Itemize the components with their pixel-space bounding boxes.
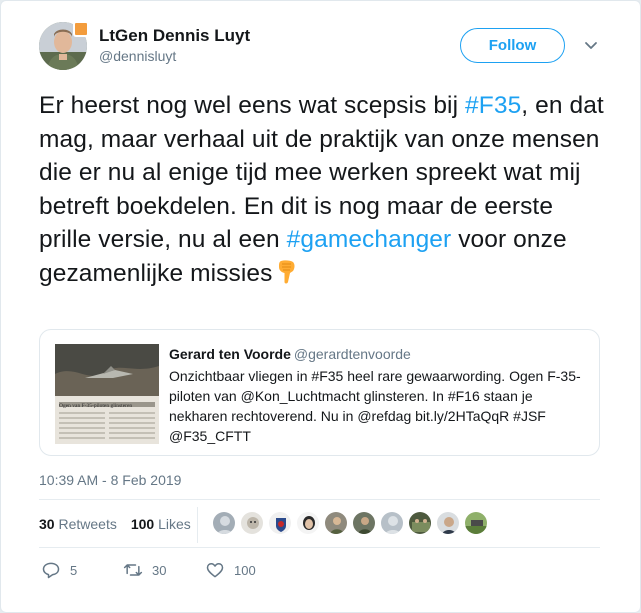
author-screen-name[interactable]: @dennisluyt [99,48,176,64]
retweets-stat[interactable]: 30 Retweets [39,516,117,532]
retweets-label: Retweets [58,516,117,532]
liker-avatar[interactable] [296,511,320,535]
divider [197,507,198,543]
reply-icon [42,562,60,579]
quoted-author-handle: @gerardtenvoorde [293,346,411,362]
divider [39,499,600,500]
liker-avatar[interactable] [464,511,488,535]
heart-icon [206,563,224,578]
reply-count: 5 [70,562,78,578]
liker-avatar[interactable] [436,511,460,535]
likes-count: 100 [130,516,155,532]
retweet-icon [123,564,143,576]
thumbnail-headline: Ogen van F-35-piloten glinsteren [59,403,132,409]
follow-button[interactable]: Follow [460,28,565,63]
reply-button[interactable]: 5 [41,560,123,580]
retweet-count: 30 [152,562,167,578]
liker-avatar[interactable] [380,511,404,535]
hashtag-link[interactable]: #gamechanger [287,226,452,253]
like-button[interactable]: 100 [205,560,287,580]
liked-by-avatars [212,511,488,535]
tweet-text-segment: Er heerst nog wel eens wat scepsis bij [39,92,466,119]
likes-stat[interactable]: 100 Likes [131,516,191,532]
liker-avatar[interactable] [268,511,292,535]
pointing-down-emoji-icon [274,259,298,285]
hashtag-link[interactable]: #F35 [465,92,521,119]
tweet-timestamp[interactable]: 10:39 AM - 8 Feb 2019 [39,472,181,488]
liker-avatar[interactable] [408,511,432,535]
liker-avatar[interactable] [212,511,236,535]
retweet-button[interactable]: 30 [123,560,205,580]
chevron-down-icon[interactable] [581,37,601,55]
quoted-tweet-author: Gerard ten Voorde @gerardtenvoorde [169,346,411,362]
liker-avatar[interactable] [240,511,264,535]
like-count: 100 [234,562,256,578]
author-display-name[interactable]: LtGen Dennis Luyt [99,26,250,46]
tweet-stats: 30 Retweets 100 Likes [39,516,191,532]
likes-label: Likes [158,516,191,532]
quoted-tweet-text: Onzichtbaar vliegen in #F35 heel rare ge… [169,368,581,444]
liker-avatar[interactable] [352,511,376,535]
quoted-tweet-thumbnail: Ogen van F-35-piloten glinsteren [55,344,159,444]
tweet-card: LtGen Dennis Luyt @dennisluyt Follow Er … [0,0,641,613]
tweet-actions: 5 30 100 [41,560,287,580]
retweets-count: 30 [39,516,55,532]
quoted-tweet[interactable]: Ogen van F-35-piloten glinsteren Gerard … [39,329,600,456]
liker-avatar[interactable] [324,511,348,535]
quoted-author-name: Gerard ten Voorde [169,346,291,362]
badge-icon [73,21,89,37]
tweet-text: Er heerst nog wel eens wat scepsis bij #… [39,89,609,290]
divider [39,547,600,548]
